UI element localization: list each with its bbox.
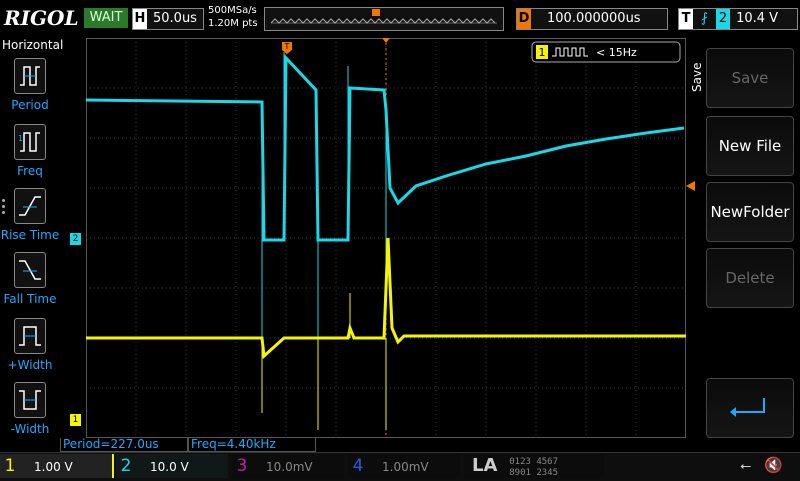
frequency-icon: 1 [14,124,46,160]
delay-value: 100.000000us [547,11,641,26]
trigger-letter: T [679,9,693,29]
timebase-value: 50.0us [153,11,197,26]
channel-2-offset-marker[interactable]: 2 [70,233,81,245]
menu-scroll-dots [2,196,6,217]
channel-1-number: 1 [4,456,16,476]
rise-time-icon [14,188,46,224]
usb-icon: ⭠ [740,458,752,474]
sound-muted-icon[interactable]: 🔇 [764,456,783,474]
channel-1-status[interactable]: 1 1.00 V [0,454,114,478]
horizontal-timebase[interactable]: H 50.0us [132,8,204,30]
negative-width-icon [14,382,46,418]
channel-4-status[interactable]: 4 1.00mV [348,454,460,478]
channel-2-number: 2 [120,456,132,476]
return-arrow-icon [730,398,765,417]
trigger-level: 10.4 V [736,11,779,26]
channel-4-number: 4 [352,456,364,476]
delay-center-marker [382,38,390,43]
delay-letter: D [517,9,531,29]
sample-rate: 500MSa/s [208,5,257,16]
trigger-status[interactable]: T ⨏ 2 10.4 V [678,8,798,30]
memory-overview-waveform[interactable] [264,7,504,31]
memory-depth: 1.20M pts [208,18,258,29]
menu-item-minus-width[interactable]: -Width [0,382,60,436]
menu-item-freq[interactable]: 1 Freq [0,124,60,178]
la-digits: 0123 4567 8901 2345 [509,457,558,479]
menu-item-label: Period [11,98,49,112]
rising-edge-icon: ⨏ [701,11,708,26]
save-button[interactable]: Save [706,48,794,108]
brand-logo: RIGOL [4,6,79,30]
la-digits-top: 0123 4567 [509,456,559,467]
period-measurement: Period=227.0us [60,438,188,452]
menu-item-label: Freq [17,164,43,178]
menu-item-plus-width[interactable]: +Width [0,318,60,372]
trigger-source: 2 [716,9,731,29]
new-file-button[interactable]: New File [706,116,794,176]
delete-button[interactable]: Delete [706,248,794,308]
trigger-marker-label: T [284,42,290,51]
channel-1-scale: 1.00 V [34,460,73,474]
menu-item-label: Rise Time [0,228,60,242]
freq-measurement: Freq=4.40kHz [188,438,316,452]
horizontal-letter: H [133,9,147,29]
fall-time-icon [14,252,46,288]
positive-width-icon [14,318,46,354]
channel-3-number: 3 [236,456,248,476]
la-label: LA [472,455,498,476]
channel-4-scale: 1.00mV [382,460,429,474]
measurement-bar: Period=227.0us Freq=4.40kHz [60,438,700,452]
trigger-level-marker[interactable] [686,181,695,191]
trigger-position-marker [372,9,380,16]
menu-item-label: +Width [7,358,53,372]
channel-3-scale: 10.0mV [266,460,313,474]
la-digits-bottom: 8901 2345 [509,467,559,478]
right-menu-title: Save [690,62,704,92]
counter-value: < 15Hz [596,46,637,59]
menu-item-fall-time[interactable]: Fall Time [0,252,60,306]
channel-1-offset-marker[interactable]: 1 [70,414,81,426]
run-state-badge[interactable]: WAIT [84,8,128,28]
return-button[interactable] [706,378,794,438]
svg-text:1: 1 [18,134,23,143]
channel-2-status[interactable]: 2 10.0 V [116,454,228,478]
menu-item-label: Fall Time [3,292,57,306]
channel-2-scale: 10.0 V [150,460,189,474]
new-folder-button[interactable]: NewFolder [706,182,794,242]
channel-2-trace [86,54,685,242]
delay-timebase[interactable]: D 100.000000us [516,8,668,30]
menu-item-label: -Width [10,422,50,436]
period-icon [14,58,46,94]
menu-item-rise-time[interactable]: Rise Time [0,188,60,242]
channel-3-status[interactable]: 3 10.0mV [232,454,344,478]
waveform-display[interactable]: T 1 < 15Hz [86,38,686,438]
acquisition-info: 500MSa/s 1.20M pts [208,4,258,30]
logic-analyzer-status[interactable]: LA 0123 4567 8901 2345 [464,454,604,478]
counter-channel: 1 [539,46,546,59]
frequency-counter: 1 < 15Hz [531,41,681,63]
menu-item-period[interactable]: Period [0,58,60,112]
left-menu-title: Horizontal [2,38,64,52]
